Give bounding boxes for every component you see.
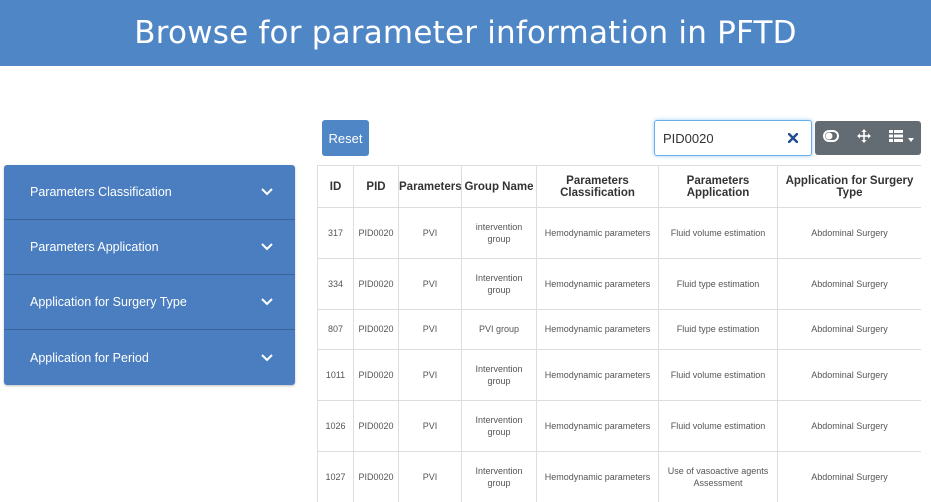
chevron-down-icon: [259, 239, 275, 255]
cell-application: Fluid volume estimation: [658, 400, 778, 452]
cell-application: Fluid volume estimation: [658, 207, 778, 259]
cell-id: 1011: [317, 349, 354, 401]
column-header-group-name[interactable]: Group Name: [461, 165, 537, 208]
cell-classification: Hemodynamic parameters: [536, 451, 659, 502]
cell-pid: PID0020: [353, 400, 399, 452]
cell-text: Intervention group: [475, 272, 523, 295]
cell-pid: PID0020: [353, 309, 399, 350]
cell-id: 334: [317, 258, 354, 310]
cell-parameters: PVI: [398, 349, 462, 401]
table-toolbar: [815, 121, 921, 155]
table-row: 807 PID0020 PVI PVI group Hemodynamic pa…: [317, 309, 921, 350]
cell-surgery-type: Abdominal Surgery: [777, 207, 921, 259]
cell-text: Use of vasoactive agents Assessment: [667, 465, 769, 488]
columns-dropdown-button[interactable]: [881, 121, 921, 155]
cell-classification: Hemodynamic parameters: [536, 207, 659, 259]
close-icon[interactable]: [785, 129, 801, 147]
column-header-parameters[interactable]: Parameters: [398, 165, 462, 208]
cell-group-name: Intervention group: [461, 451, 537, 502]
table-row: 1026 PID0020 PVI Intervention group Hemo…: [317, 400, 921, 452]
table-row: 334 PID0020 PVI Intervention group Hemod…: [317, 258, 921, 310]
results-table-container: ID PID Parameters Group Name Parameters …: [317, 165, 921, 502]
sidebar-item-parameters-application[interactable]: Parameters Application: [4, 220, 295, 275]
chevron-down-icon: [259, 294, 275, 310]
chevron-down-icon: [259, 184, 275, 200]
cell-application: Fluid volume estimation: [658, 349, 778, 401]
sidebar-item-label: Parameters Classification: [30, 185, 172, 199]
cell-surgery-type: Abdominal Surgery: [777, 258, 921, 310]
column-header-application[interactable]: Parameters Application: [658, 165, 778, 208]
toggle-icon: [823, 129, 839, 147]
cell-text: intervention group: [475, 221, 523, 244]
sidebar-item-parameters-classification[interactable]: Parameters Classification: [4, 165, 295, 220]
cell-parameters: PVI: [398, 207, 462, 259]
cell-parameters: PVI: [398, 258, 462, 310]
cell-surgery-type: Abdominal Surgery: [777, 349, 921, 401]
cell-application: Fluid type estimation: [658, 258, 778, 310]
cell-pid: PID0020: [353, 451, 399, 502]
filter-sidebar: Parameters Classification Parameters App…: [4, 165, 295, 385]
cell-pid: PID0020: [353, 349, 399, 401]
cell-id: 1027: [317, 451, 354, 502]
column-header-classification[interactable]: Parameters Classification: [536, 165, 659, 208]
page-title: Browse for parameter information in PFTD: [134, 15, 797, 51]
move-arrows-icon: [857, 128, 871, 148]
cell-group-name: intervention group: [461, 207, 537, 259]
fullscreen-button[interactable]: [847, 121, 881, 155]
table-row: 1027 PID0020 PVI Intervention group Hemo…: [317, 451, 921, 502]
table-row: 1011 PID0020 PVI Intervention group Hemo…: [317, 349, 921, 401]
column-header-pid[interactable]: PID: [353, 165, 399, 208]
toggle-view-button[interactable]: [815, 121, 847, 155]
cell-id: 317: [317, 207, 354, 259]
sidebar-item-label: Application for Period: [30, 350, 149, 365]
page-banner: Browse for parameter information in PFTD: [0, 0, 931, 66]
cell-surgery-type: Abdominal Surgery: [777, 309, 921, 350]
cell-text: Intervention group: [475, 363, 523, 386]
cell-text: PVI group: [478, 324, 520, 335]
table-header-row: ID PID Parameters Group Name Parameters …: [317, 165, 921, 208]
cell-parameters: PVI: [398, 451, 462, 502]
cell-text: Intervention group: [475, 414, 523, 437]
search-input[interactable]: [663, 123, 783, 153]
cell-classification: Hemodynamic parameters: [536, 309, 659, 350]
sidebar-item-surgery-type[interactable]: Application for Surgery Type: [4, 275, 295, 330]
cell-group-name: Intervention group: [461, 400, 537, 452]
cell-pid: PID0020: [353, 258, 399, 310]
cell-text: Intervention group: [475, 465, 523, 488]
chevron-down-icon: [259, 350, 275, 366]
cell-surgery-type: Abdominal Surgery: [777, 400, 921, 452]
cell-parameters: PVI: [398, 400, 462, 452]
search-box: [654, 120, 812, 156]
cell-classification: Hemodynamic parameters: [536, 400, 659, 452]
cell-classification: Hemodynamic parameters: [536, 349, 659, 401]
cell-parameters: PVI: [398, 309, 462, 350]
sidebar-item-period[interactable]: Application for Period: [4, 330, 295, 385]
cell-group-name: Intervention group: [461, 349, 537, 401]
cell-id: 807: [317, 309, 354, 350]
column-header-surgery-type[interactable]: Application for Surgery Type: [777, 165, 921, 208]
cell-classification: Hemodynamic parameters: [536, 258, 659, 310]
cell-application: Use of vasoactive agents Assessment: [658, 451, 778, 502]
column-header-id[interactable]: ID: [317, 165, 354, 208]
sidebar-item-label: Parameters Application: [30, 240, 159, 254]
table-row: 317 PID0020 PVI intervention group Hemod…: [317, 207, 921, 259]
cell-id: 1026: [317, 400, 354, 452]
cell-pid: PID0020: [353, 207, 399, 259]
column-grid-icon: [888, 129, 903, 147]
cell-group-name: PVI group: [461, 309, 537, 350]
cell-group-name: Intervention group: [461, 258, 537, 310]
reset-button[interactable]: Reset: [322, 120, 369, 156]
cell-application: Fluid type estimation: [658, 309, 778, 350]
results-table: ID PID Parameters Group Name Parameters …: [317, 165, 921, 502]
caret-down-icon: [907, 129, 914, 147]
cell-surgery-type: Abdominal Surgery: [777, 451, 921, 502]
sidebar-item-label: Application for Surgery Type: [30, 295, 187, 309]
